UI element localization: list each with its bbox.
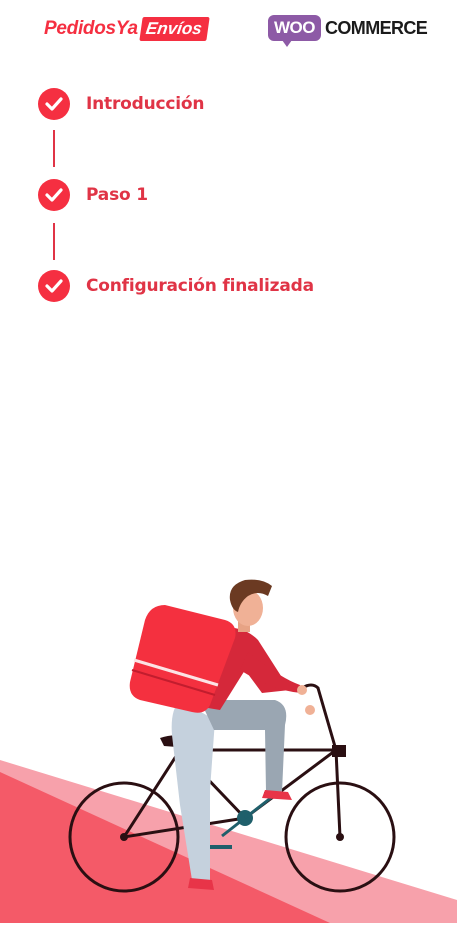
envios-badge: Envíos	[139, 17, 210, 41]
step-label: Introducción	[86, 94, 205, 114]
step-label: Paso 1	[86, 185, 148, 205]
delivery-cyclist-illustration	[0, 560, 457, 923]
pedidosya-envios-logo: PedidosYa Envíos	[44, 14, 210, 44]
header: PedidosYa Envíos WOO COMMERCE	[0, 0, 457, 60]
check-icon	[38, 88, 70, 120]
step-connector	[53, 130, 55, 167]
check-icon	[38, 270, 70, 302]
commerce-word: COMMERCE	[325, 17, 428, 38]
step-configuracion-finalizada: Configuración finalizada	[38, 270, 314, 302]
woo-bubble: WOO	[268, 15, 321, 47]
step-connector	[53, 223, 55, 260]
step-label: Configuración finalizada	[86, 276, 314, 296]
step-paso-1: Paso 1	[38, 179, 148, 211]
step-introduccion: Introducción	[38, 88, 204, 120]
woocommerce-logo: WOO COMMERCE	[268, 12, 428, 47]
pedidosya-brand-text: PedidosYa	[44, 18, 138, 39]
check-icon	[38, 179, 70, 211]
